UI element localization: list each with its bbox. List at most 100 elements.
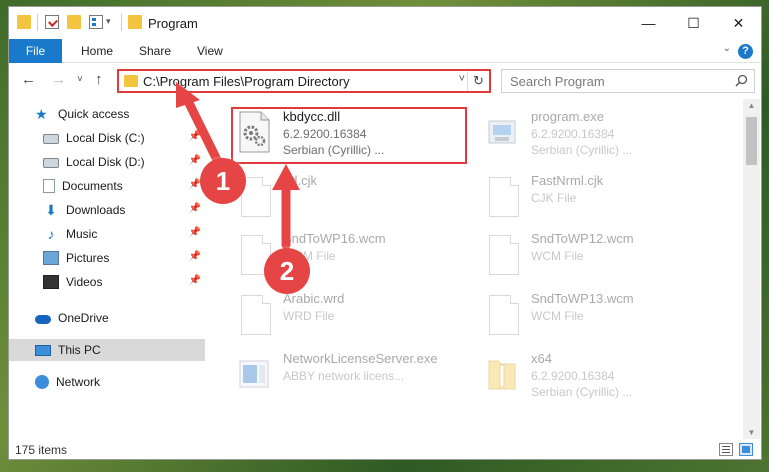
title-bar: ▾ Program — ☐ ✕: [9, 7, 761, 39]
file-icon: [485, 293, 519, 335]
step-badge-1: 1: [200, 158, 246, 204]
scrollbar-thumb[interactable]: [746, 117, 757, 165]
file-type: CJK File: [531, 191, 577, 205]
step-badge-2: 2: [264, 248, 310, 294]
file-name: x64: [531, 351, 552, 366]
sidebar-item-this-pc[interactable]: This PC: [9, 339, 205, 361]
sidebar-item-videos[interactable]: Videos 📌: [9, 271, 205, 293]
recent-locations-button[interactable]: ˅: [77, 74, 83, 85]
ribbon-tabs: File Home Share View ⌄ ?: [9, 39, 761, 63]
navigation-pane: ★ Quick access Local Disk (C:) 📌 Local D…: [9, 99, 205, 439]
file-name: SndToWP16.wcm: [283, 231, 386, 246]
exe-icon: [488, 120, 516, 144]
file-version: 6.2.9200.16384: [531, 127, 615, 141]
sidebar-item-documents[interactable]: Documents 📌: [9, 175, 205, 197]
file-item-sndtowp13-wcm[interactable]: SndToWP13.wcm WCM File: [481, 289, 721, 339]
scroll-up-icon[interactable]: ▲: [743, 101, 760, 110]
file-highlight-box: [231, 107, 467, 164]
customize-toolbar-icon[interactable]: [89, 15, 103, 29]
sidebar-item-local-disk-d[interactable]: Local Disk (D:) 📌: [9, 151, 205, 173]
new-folder-icon[interactable]: [67, 15, 81, 29]
navigation-bar: ← → ˅ ↑ C:\Program Files\Program Directo…: [9, 63, 761, 99]
videos-icon: [43, 275, 59, 289]
folder-icon: [124, 75, 138, 87]
file-description: ABBY network licens...: [283, 369, 405, 383]
pin-icon[interactable]: 📌: [189, 251, 201, 262]
file-name: ttd.cjk: [283, 173, 317, 188]
forward-button[interactable]: →: [51, 71, 66, 88]
drive-icon: [43, 158, 59, 168]
file-item-fastnrml-cjk[interactable]: FastNrml.cjk CJK File: [481, 171, 721, 221]
sidebar-item-pictures[interactable]: Pictures 📌: [9, 247, 205, 269]
explorer-window: ▾ Program — ☐ ✕ File Home Share View ⌄ ?…: [8, 6, 762, 460]
expand-ribbon-icon[interactable]: ⌄: [723, 43, 731, 54]
address-dropdown-icon[interactable]: ˅: [459, 73, 465, 85]
app-icon: [239, 360, 269, 388]
search-icon: [735, 74, 748, 87]
download-icon: ⬇: [45, 202, 57, 218]
file-description: Serbian (Cyrillic) ...: [531, 143, 633, 157]
tab-file[interactable]: File: [9, 39, 62, 63]
file-type: WRD File: [283, 309, 335, 323]
folder-icon: [17, 15, 31, 29]
cloud-icon: [35, 315, 51, 324]
file-item-arabic-wrd[interactable]: Arabic.wrd WRD File: [233, 289, 473, 339]
file-icon: [485, 175, 519, 217]
music-icon: ♪: [47, 226, 55, 242]
pin-icon[interactable]: 📌: [189, 227, 201, 238]
file-item-sndtowp12-wcm[interactable]: SndToWP12.wcm WCM File: [481, 229, 721, 279]
sidebar-item-local-disk-c[interactable]: Local Disk (C:) 📌: [9, 127, 205, 149]
sidebar-item-onedrive[interactable]: OneDrive: [9, 307, 205, 329]
sidebar-item-quick-access[interactable]: ★ Quick access: [9, 103, 205, 125]
status-bar: 175 items: [9, 439, 761, 459]
sidebar-item-downloads[interactable]: ⬇ Downloads 📌: [9, 199, 205, 221]
maximize-button[interactable]: ☐: [671, 7, 716, 39]
pin-icon[interactable]: 📌: [189, 131, 201, 142]
computer-icon: [35, 344, 51, 356]
zip-folder-icon: [488, 360, 516, 390]
pin-icon[interactable]: 📌: [189, 275, 201, 286]
up-button[interactable]: ↑: [95, 71, 103, 88]
tab-share[interactable]: Share: [123, 39, 187, 63]
tab-home[interactable]: Home: [65, 39, 129, 63]
network-icon: [35, 375, 49, 389]
file-icon: [485, 233, 519, 275]
file-item-x64[interactable]: x64 6.2.9200.16384 Serbian (Cyrillic) ..…: [481, 349, 721, 399]
file-item-ttd-cjk[interactable]: ttd.cjk: [233, 171, 473, 221]
tab-view[interactable]: View: [181, 39, 239, 63]
properties-icon[interactable]: [45, 15, 59, 29]
file-item-networklicenseserver-exe[interactable]: NetworkLicenseServer.exe ABBY network li…: [233, 349, 483, 399]
address-path[interactable]: C:\Program Files\Program Directory: [143, 74, 350, 89]
refresh-button[interactable]: ↻: [467, 71, 489, 91]
file-type: WCM File: [531, 309, 584, 323]
file-description: Serbian (Cyrillic) ...: [531, 385, 633, 399]
address-bar[interactable]: C:\Program Files\Program Directory ˅ ↻: [117, 69, 491, 93]
documents-icon: [43, 179, 55, 193]
tiles-view-icon[interactable]: [739, 443, 753, 456]
current-folder-icon: [128, 15, 142, 29]
separator: [37, 14, 38, 31]
pin-icon[interactable]: 📌: [189, 203, 201, 214]
scroll-down-icon[interactable]: ▼: [743, 428, 760, 437]
vertical-scrollbar[interactable]: ▲ ▼: [743, 99, 760, 439]
file-item-program-exe[interactable]: program.exe 6.2.9200.16384 Serbian (Cyri…: [481, 107, 721, 157]
pin-icon[interactable]: 📌: [189, 155, 201, 166]
sidebar-item-network[interactable]: Network: [9, 371, 205, 393]
file-name: NetworkLicenseServer.exe: [283, 351, 438, 366]
close-button[interactable]: ✕: [716, 7, 761, 39]
item-count: 175 items: [15, 443, 68, 457]
window-title: Program: [148, 16, 198, 31]
minimize-button[interactable]: —: [626, 7, 671, 39]
file-name: SndToWP13.wcm: [531, 291, 634, 306]
file-icon: [237, 293, 271, 335]
help-icon[interactable]: ?: [738, 44, 753, 59]
back-button[interactable]: ←: [21, 71, 36, 88]
quick-access-dropdown-icon[interactable]: ▾: [106, 16, 111, 27]
details-view-icon[interactable]: [719, 443, 733, 456]
sidebar-item-music[interactable]: ♪ Music 📌: [9, 223, 205, 245]
separator: [121, 14, 122, 31]
pictures-icon: [43, 251, 59, 265]
search-box[interactable]: [501, 69, 755, 93]
file-name: program.exe: [531, 109, 604, 124]
search-input[interactable]: [510, 71, 720, 91]
